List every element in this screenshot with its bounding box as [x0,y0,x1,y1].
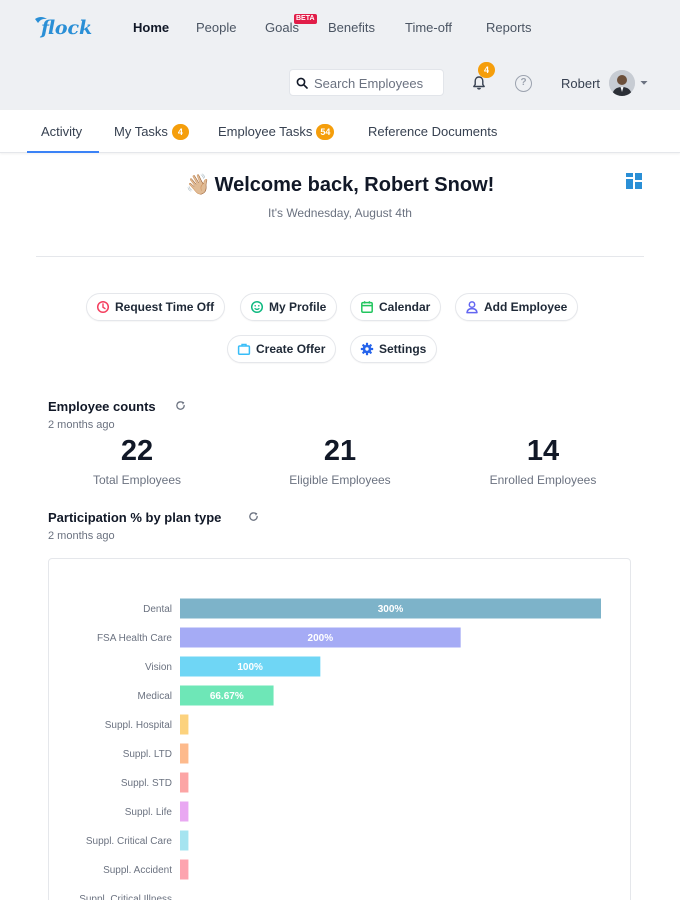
category-label: Suppl. STD [121,778,172,789]
top-bar: flock Home People Goals BETA Benefits Ti… [0,0,680,110]
welcome-heading: 👋🏼 Welcome back, Robert Snow! [0,172,680,197]
calendar-button[interactable]: Calendar [350,293,442,321]
tab-label: Employee Tasks [218,124,313,139]
total-employees-label: Total Employees [92,473,182,487]
chevron-down-icon[interactable] [640,80,648,86]
dashboard-layout-icon[interactable] [626,173,642,189]
category-label: Suppl. Critical Care [86,836,173,847]
category-label: Suppl. Critical Illness [79,894,172,900]
avatar-photo [609,70,635,96]
tab-reference-documents[interactable]: Reference Documents [368,124,497,139]
eligible-employees-label: Eligible Employees [289,473,391,487]
category-label: FSA Health Care [97,633,172,644]
user-name[interactable]: Robert [561,76,600,91]
welcome-date: It's Wednesday, August 4th [268,206,412,220]
category-label: Suppl. Accident [103,865,172,876]
refresh-icon[interactable] [175,400,186,411]
tab-my-tasks[interactable]: My Tasks 4 [114,124,189,140]
search-icon [296,77,308,89]
my-profile-button[interactable]: My Profile [240,293,338,321]
tab-activity[interactable]: Activity [41,124,82,139]
participation-title: Participation % by plan type [48,510,222,525]
data-label: 100% [237,662,263,673]
category-label: Suppl. Life [125,807,173,818]
briefcase-icon [237,343,251,355]
bar[interactable] [180,801,189,822]
total-employees-value: 22 [120,435,154,467]
waving-hand-icon: 👋🏼 [185,174,211,196]
quick-action-label: Settings [379,342,427,356]
smile-icon [250,300,264,314]
employee-counts-updated: 2 months ago [48,419,115,431]
tab-count-badge: 4 [171,124,189,140]
employee-counts-title: Employee counts [48,399,156,414]
eligible-employees-value: 21 [323,435,357,467]
beta-badge: BETA [294,14,317,24]
participation-bar-chart: Dental 300% FSA Health Care 200% Vision 100% M… [79,598,601,900]
add-employee-button[interactable]: Add Employee [455,293,579,321]
enrolled-employees-value: 14 [526,435,560,467]
quick-action-label: Add Employee [484,300,568,314]
calendar-icon [361,301,373,313]
help-icon[interactable]: ? [515,75,532,92]
data-label: 66.67% [210,691,244,702]
welcome-title: Welcome back, Robert Snow! [214,174,495,196]
tab-bar: Activity My Tasks 4 Employee Tasks 54 Refe… [0,110,680,153]
search-box [289,69,444,96]
category-label: Vision [145,662,172,673]
active-tab-indicator [27,151,99,153]
category-label: Dental [143,604,172,615]
request-time-off-button[interactable]: Request Time Off [86,293,226,321]
tab-label: My Tasks [114,124,168,139]
nav-people[interactable]: People [196,20,236,35]
quick-action-label: My Profile [269,300,327,314]
gear-icon [360,342,374,356]
search-input[interactable] [314,74,438,92]
avatar[interactable] [609,70,635,96]
enrolled-employees-label: Enrolled Employees [489,473,597,487]
nav-benefits[interactable]: Benefits [328,20,375,35]
refresh-icon[interactable] [248,511,259,522]
create-offer-button[interactable]: Create Offer [227,335,337,363]
tab-label: Activity [41,124,83,139]
quick-action-label: Request Time Off [115,300,215,314]
divider [36,256,644,257]
notification-count-badge: 4 [478,62,495,78]
user-icon [466,301,478,314]
quick-action-label: Calendar [379,300,431,314]
category-label: Suppl. LTD [123,749,172,760]
bar[interactable] [180,859,189,880]
settings-button[interactable]: Settings [350,335,438,363]
tab-employee-tasks[interactable]: Employee Tasks 54 [218,124,335,140]
participation-updated: 2 months ago [48,530,115,542]
tab-count-badge: 54 [316,124,335,140]
data-label: 200% [308,633,334,644]
bar[interactable] [180,714,189,735]
category-label: Medical [138,691,172,702]
flock-logo[interactable]: flock [32,10,92,44]
tab-label: Reference Documents [368,124,498,139]
bar[interactable] [180,830,189,851]
bar[interactable] [180,743,189,764]
category-label: Suppl. Hospital [105,720,172,731]
nav-reports[interactable]: Reports [486,20,532,35]
logo-text: flock [39,17,92,39]
quick-action-label: Create Offer [256,342,326,356]
bar[interactable] [180,772,189,793]
nav-home[interactable]: Home [133,20,169,35]
nav-time-off[interactable]: Time-off [405,20,452,35]
data-label: 300% [378,604,404,615]
clock-icon [96,300,110,314]
